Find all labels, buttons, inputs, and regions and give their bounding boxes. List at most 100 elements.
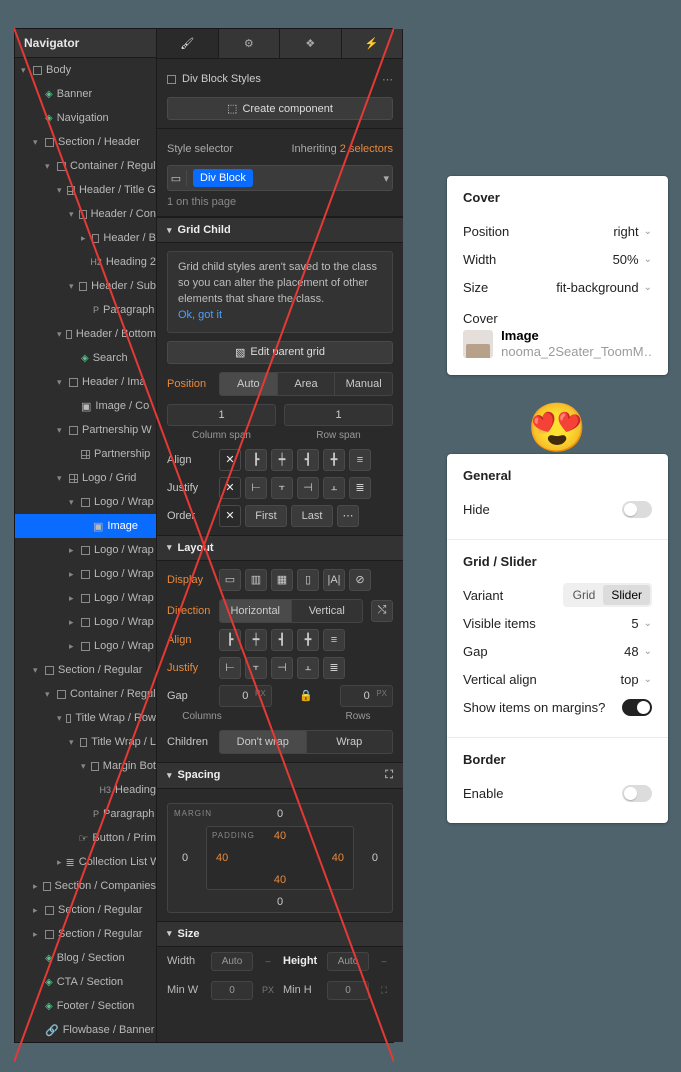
tree-item[interactable]: 🔗Flowbase / Banner	[15, 1018, 156, 1042]
valign-row[interactable]: Vertical align top⌄	[463, 665, 652, 693]
tree-item[interactable]: ▸Section / Companies	[15, 874, 156, 898]
tree-item[interactable]: ▸Section / Regular	[15, 898, 156, 922]
variant-segment[interactable]: Grid Slider	[563, 583, 652, 607]
tree-item[interactable]: ▾Title Wrap / L	[15, 730, 156, 754]
direction-segment[interactable]: Horizontal Vertical	[219, 599, 363, 623]
gap-row[interactable]: Gap 48⌄	[463, 637, 652, 665]
more-icon[interactable]: ⋯	[382, 73, 393, 86]
cover-width-row[interactable]: Width 50%⌄	[463, 245, 652, 273]
tree-item[interactable]: ◈Navigation	[15, 106, 156, 130]
display-icons[interactable]: ▭▥▦▯|A|⊘	[219, 569, 371, 591]
display-flex-icon[interactable]: ▥	[245, 569, 267, 591]
lock-icon[interactable]: 🔒	[280, 685, 333, 707]
cover-size-row[interactable]: Size fit-background⌄	[463, 273, 652, 301]
tree-item[interactable]: PParagraph	[15, 802, 156, 826]
display-grid-icon[interactable]: ▦	[271, 569, 293, 591]
class-chip[interactable]: Div Block	[193, 169, 253, 187]
tree-item[interactable]: ▾Container / Regul	[15, 154, 156, 178]
tree-item[interactable]: ◈Banner	[15, 82, 156, 106]
tree-item[interactable]: ▸≣Collection List W	[15, 850, 156, 874]
chevron-down-icon[interactable]: ▾	[383, 172, 389, 185]
section-spacing[interactable]: ▾Spacing ⛶	[157, 762, 403, 789]
tree-item[interactable]: ▸Logo / Wrap	[15, 610, 156, 634]
grid-justify-icons[interactable]: ✕⊢⫟⊣⫠≣	[219, 477, 371, 499]
tree-item[interactable]: ☞Button / Prim	[15, 826, 156, 850]
direction-reverse-icon[interactable]: ⤭	[371, 600, 393, 622]
cover-position-row[interactable]: Position right⌄	[463, 217, 652, 245]
align-reset-icon[interactable]: ✕	[219, 449, 241, 471]
ok-got-it-link[interactable]: Ok, got it	[178, 309, 222, 321]
tree-item[interactable]: ▸Section / Regular	[15, 922, 156, 946]
section-layout[interactable]: ▾Layout	[157, 535, 403, 561]
enable-border-toggle[interactable]	[622, 785, 652, 802]
tree-item[interactable]: ▸Logo / Wrap	[15, 634, 156, 658]
tab-settings[interactable]: ⚙	[219, 29, 281, 58]
display-inline-icon[interactable]: |A|	[323, 569, 345, 591]
edit-parent-grid-button[interactable]: ▧Edit parent grid	[167, 341, 393, 364]
tree-item[interactable]: ▸Logo / Wrap	[15, 538, 156, 562]
width-input[interactable]: Auto	[211, 952, 253, 971]
show-margins-toggle[interactable]	[622, 699, 652, 716]
tab-effects[interactable]: ❖	[280, 29, 342, 58]
tree-item[interactable]: ▾Header / Sub	[15, 274, 156, 298]
wrap-segment[interactable]: Don't wrap Wrap	[219, 730, 393, 754]
tree-item[interactable]: ▾Margin Bot	[15, 754, 156, 778]
order-more-icon[interactable]: ⋯	[337, 505, 359, 527]
section-grid-child[interactable]: ▾Grid Child	[157, 217, 403, 243]
position-auto[interactable]: Auto	[220, 373, 278, 395]
grid-align-icons[interactable]: ✕┣┿┫╋≡	[219, 449, 371, 471]
tree-item[interactable]: ◈Blog / Section	[15, 946, 156, 970]
justify-reset-icon[interactable]: ✕	[219, 477, 241, 499]
navigator-tree[interactable]: ▾Body◈Banner◈Navigation▾Section / Header…	[15, 58, 156, 1042]
tree-item[interactable]: ▣Image / Co	[15, 394, 156, 418]
tree-item[interactable]: ▣Image	[15, 514, 156, 538]
tree-item[interactable]: ◈CTA / Section	[15, 970, 156, 994]
spacing-diagram[interactable]: MARGIN PADDING 0 0 0 0 40 40 40 40	[167, 803, 393, 913]
order-reset-icon[interactable]: ✕	[219, 505, 241, 527]
tree-item[interactable]: ▾Logo / Wrap	[15, 490, 156, 514]
order-last[interactable]: Last	[291, 505, 333, 527]
create-component-button[interactable]: ⬚ Create component	[167, 97, 393, 120]
tree-item[interactable]: H2Heading 2	[15, 250, 156, 274]
tab-interactions[interactable]: ⚡	[342, 29, 404, 58]
expand-icon[interactable]: ⛶	[375, 985, 393, 996]
tree-item[interactable]: ▾Header / Ima	[15, 370, 156, 394]
display-block-icon[interactable]: ▭	[219, 569, 241, 591]
position-segment[interactable]: Auto Area Manual	[219, 372, 393, 396]
tree-item[interactable]: ▾Section / Regular	[15, 658, 156, 682]
layout-justify-icons[interactable]: ⊢⫟⊣⫠≣	[219, 657, 345, 679]
expand-icon[interactable]: ⛶	[385, 769, 393, 782]
breakpoint-icon[interactable]: ▭	[171, 170, 187, 186]
hide-toggle[interactable]	[622, 501, 652, 518]
row-span-input[interactable]: 1	[284, 404, 393, 426]
order-first[interactable]: First	[245, 505, 287, 527]
tree-item[interactable]: ▸Header / B	[15, 226, 156, 250]
tree-item[interactable]: ▾Header / Bottom	[15, 322, 156, 346]
tree-item[interactable]: ▸Logo / Wrap	[15, 562, 156, 586]
tree-item[interactable]: ▾Header / Con	[15, 202, 156, 226]
class-selector[interactable]: ▭ Div Block ▾	[167, 165, 393, 191]
grid-order-options[interactable]: ✕ First Last ⋯	[219, 505, 359, 527]
tree-item[interactable]: ◈Footer / Section	[15, 994, 156, 1018]
position-manual[interactable]: Manual	[335, 373, 392, 395]
visible-items-row[interactable]: Visible items 5⌄	[463, 609, 652, 637]
tree-item[interactable]: ▾Body	[15, 58, 156, 82]
tree-item[interactable]: ▾Partnership W	[15, 418, 156, 442]
layout-align-icons[interactable]: ┣┿┫╋≡	[219, 629, 345, 651]
tree-item[interactable]: ▾Container / Regul	[15, 682, 156, 706]
tab-style[interactable]: 🖌	[157, 29, 219, 58]
cover-asset-row[interactable]: Image nooma_2Seater_ToomMod...	[463, 328, 652, 359]
tree-item[interactable]: H3Heading	[15, 778, 156, 802]
col-span-input[interactable]: 1	[167, 404, 276, 426]
minh-input[interactable]: 0	[327, 981, 369, 1000]
display-none-icon[interactable]: ⊘	[349, 569, 371, 591]
section-size[interactable]: ▾Size	[157, 921, 403, 947]
style-tabs[interactable]: 🖌 ⚙ ❖ ⚡	[157, 29, 403, 59]
tree-item[interactable]: ▾Logo / Grid	[15, 466, 156, 490]
tree-item[interactable]: ▸Logo / Wrap	[15, 586, 156, 610]
tree-item[interactable]: ▾Section / Header	[15, 130, 156, 154]
tree-item[interactable]: PParagraph	[15, 298, 156, 322]
height-input[interactable]: Auto	[327, 952, 369, 971]
tree-item[interactable]: ◈Search	[15, 346, 156, 370]
minw-input[interactable]: 0	[211, 981, 253, 1000]
